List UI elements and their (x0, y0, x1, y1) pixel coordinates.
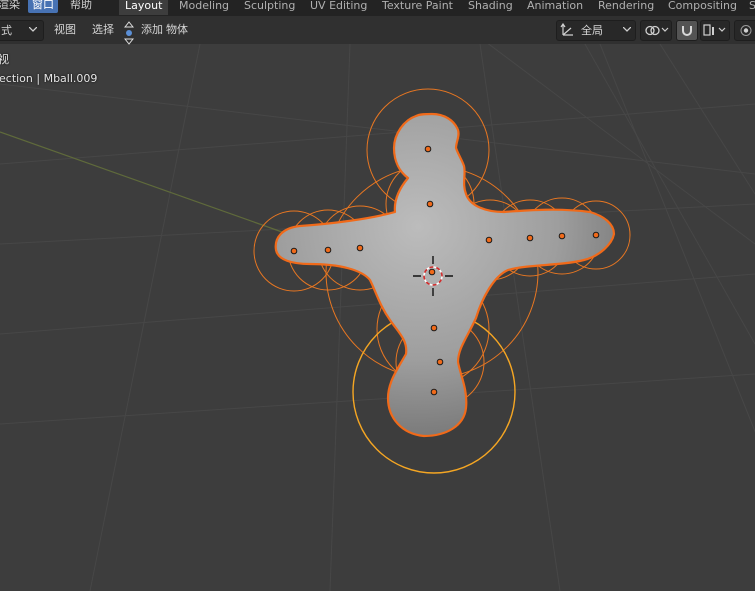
tab-texture-paint[interactable]: Texture Paint (376, 0, 459, 15)
tab-animation[interactable]: Animation (521, 0, 589, 15)
magnet-icon (682, 26, 692, 36)
floor-grid (0, 44, 755, 591)
viewport-header: 式 视图 选择 添加 物体 全局 (0, 16, 755, 45)
tab-shading[interactable]: Shading (462, 0, 519, 15)
select-menu[interactable]: 选择 (87, 21, 119, 39)
menu-help[interactable]: 帮助 (66, 0, 96, 13)
tab-uv-editing[interactable]: UV Editing (304, 0, 373, 15)
pivot-dropdown[interactable] (640, 20, 672, 41)
menu-window[interactable]: 窗口 (28, 0, 58, 13)
chevron-down-icon (623, 27, 631, 32)
top-menu-bar: 渲染 窗口 帮助 Layout Modeling Sculpting UV Ed… (0, 0, 755, 16)
snap-increment-icon (703, 24, 726, 36)
viewport-collection-info: ection | Mball.009 (0, 72, 98, 85)
viewport-view-name: 视 (0, 53, 9, 66)
transform-orientation-value: 全局 (581, 24, 603, 37)
view-menu[interactable]: 视图 (49, 21, 81, 39)
menu-render[interactable]: 渲染 (0, 0, 24, 13)
snap-options-dropdown[interactable] (700, 20, 730, 41)
proportional-circle-icon (740, 25, 752, 36)
tab-modeling[interactable]: Modeling (173, 0, 235, 15)
3d-viewport[interactable]: 视 ection | Mball.009 (0, 44, 755, 591)
mode-dropdown[interactable]: 式 (0, 20, 44, 41)
transform-orientation-dropdown[interactable]: 全局 (556, 20, 636, 41)
x-axis-line (0, 131, 331, 250)
tab-compositing[interactable]: Compositing (662, 0, 743, 15)
snap-toggle[interactable] (676, 20, 698, 41)
viewport-scene (0, 44, 755, 591)
object-menu[interactable]: 物体 (161, 21, 193, 39)
tab-rendering[interactable]: Rendering (592, 0, 660, 15)
tab-layout[interactable]: Layout (119, 0, 169, 15)
link-icon (645, 25, 669, 36)
orientation-axes-icon (560, 23, 573, 36)
tab-sculpting[interactable]: Sculpting (238, 0, 301, 15)
proportional-edit-toggle[interactable] (734, 20, 755, 41)
chevron-down-icon (29, 27, 37, 32)
mode-dropdown-value: 式 (1, 24, 12, 37)
tab-more[interactable]: S (743, 0, 755, 15)
